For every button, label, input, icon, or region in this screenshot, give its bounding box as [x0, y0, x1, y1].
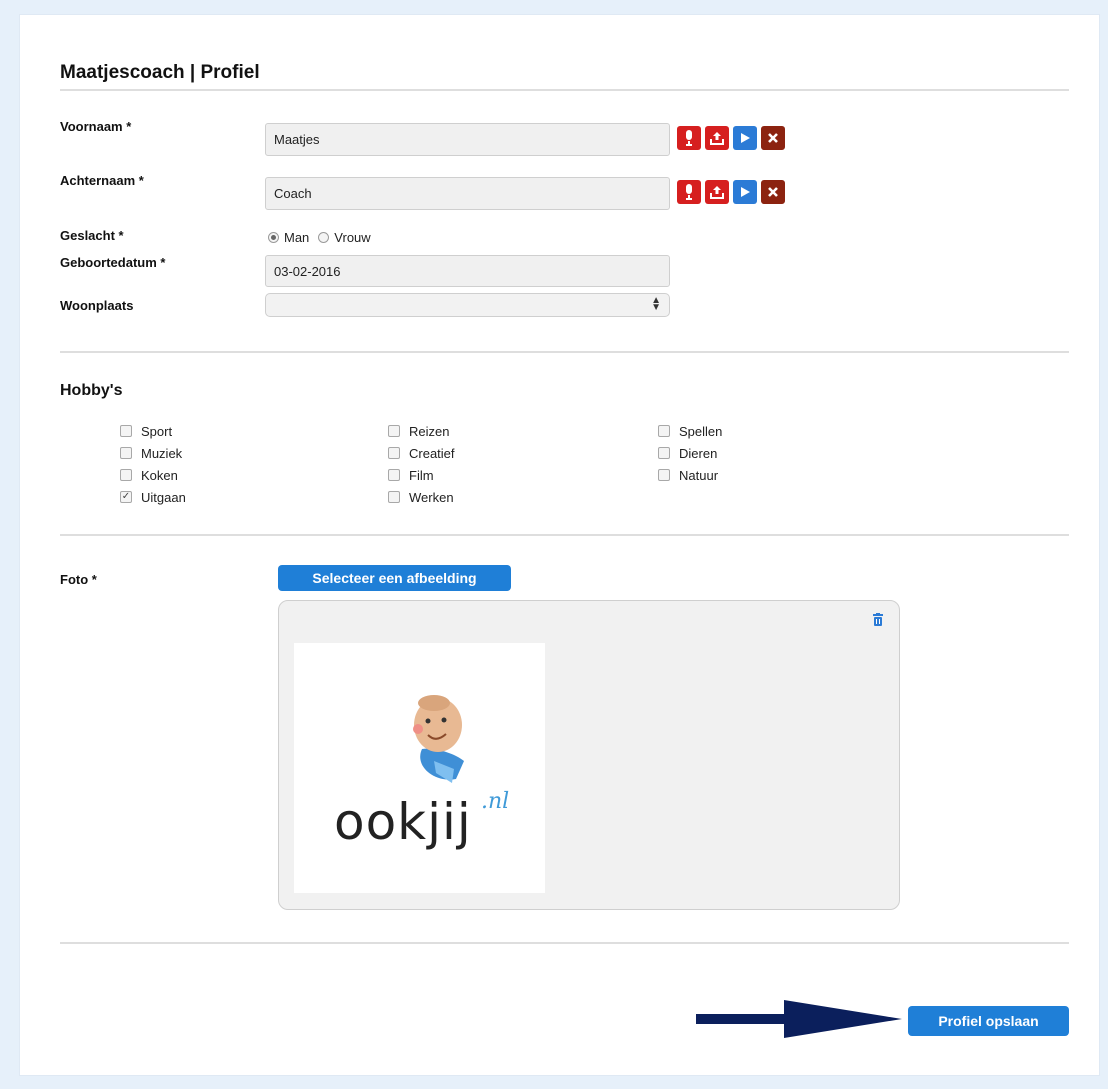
microphone-icon — [686, 184, 692, 200]
hobby-werken[interactable]: Werken — [388, 486, 455, 508]
achternaam-actions — [677, 180, 785, 204]
close-icon — [768, 187, 778, 197]
save-profile-button[interactable]: Profiel opslaan — [908, 1006, 1069, 1036]
checkbox[interactable] — [658, 425, 670, 437]
hobby-label: Reizen — [409, 423, 450, 439]
checkbox[interactable] — [120, 425, 132, 437]
divider — [60, 89, 1069, 91]
hobby-sport[interactable]: Sport — [120, 420, 186, 442]
clear-button[interactable] — [761, 126, 785, 150]
play-icon — [741, 187, 750, 197]
foto-label: Foto * — [60, 572, 97, 587]
hobby-dieren[interactable]: Dieren — [658, 442, 722, 464]
checkbox[interactable] — [388, 469, 400, 481]
hobby-label: Werken — [409, 489, 454, 505]
hobby-column-2: Reizen Creatief Film Werken — [388, 420, 455, 508]
checkbox[interactable] — [388, 425, 400, 437]
upload-icon — [710, 132, 724, 145]
geslacht-label: Geslacht * — [60, 228, 124, 243]
arrow-right-icon — [696, 1000, 902, 1038]
select-image-button[interactable]: Selecteer een afbeelding — [278, 565, 511, 591]
hobby-label: Koken — [141, 467, 178, 483]
checkbox[interactable] — [658, 447, 670, 459]
play-button[interactable] — [733, 126, 757, 150]
play-button[interactable] — [733, 180, 757, 204]
trash-icon[interactable] — [873, 613, 883, 631]
hobbies-title: Hobby's — [60, 382, 123, 399]
divider — [60, 534, 1069, 536]
photo-preview-box: ookjij .nl — [278, 600, 900, 910]
achternaam-label: Achternaam * — [60, 173, 144, 188]
hobby-koken[interactable]: Koken — [120, 464, 186, 486]
voornaam-actions — [677, 126, 785, 150]
geboortedatum-label: Geboortedatum * — [60, 255, 166, 270]
voornaam-input[interactable]: Maatjes — [265, 123, 670, 156]
radio-vrouw-label: Vrouw — [334, 230, 371, 245]
logo-suffix: .nl — [481, 789, 510, 814]
logo-text: ookjij — [334, 793, 472, 851]
profile-photo: ookjij .nl — [294, 643, 545, 893]
checkbox[interactable] — [120, 447, 132, 459]
hobby-label: Muziek — [141, 445, 183, 461]
divider — [60, 942, 1069, 944]
voornaam-label: Voornaam * — [60, 119, 132, 134]
woonplaats-select[interactable]: ▲ ▼ — [265, 293, 670, 317]
hobby-spellen[interactable]: Spellen — [658, 420, 722, 442]
radio-man[interactable] — [268, 232, 279, 243]
hobby-label: Dieren — [679, 445, 718, 461]
upload-button[interactable] — [705, 126, 729, 150]
radio-vrouw[interactable] — [318, 232, 330, 243]
hobby-column-1: Sport Muziek Koken ✓ Uitgaan — [120, 420, 186, 508]
woonplaats-label: Woonplaats — [60, 298, 134, 313]
hobby-reizen[interactable]: Reizen — [388, 420, 455, 442]
checkbox[interactable] — [120, 469, 132, 481]
hobby-natuur[interactable]: Natuur — [658, 464, 722, 486]
record-button[interactable] — [677, 180, 701, 204]
geslacht-options: Man Vrouw — [268, 230, 371, 245]
checkbox[interactable] — [658, 469, 670, 481]
hobby-column-3: Spellen Dieren Natuur — [658, 420, 722, 486]
hobby-label: Sport — [141, 423, 173, 439]
checkbox-checked[interactable]: ✓ — [120, 491, 132, 503]
divider — [60, 351, 1069, 353]
hobby-label: Spellen — [679, 423, 723, 439]
hobby-label: Film — [409, 467, 434, 483]
hobby-label: Natuur — [679, 467, 719, 483]
hobby-creatief[interactable]: Creatief — [388, 442, 455, 464]
select-arrows-icon: ▲ ▼ — [651, 295, 661, 313]
profile-panel: Maatjescoach | Profiel Voornaam * Maatje… — [20, 15, 1099, 1075]
upload-button[interactable] — [705, 180, 729, 204]
page-title: Maatjescoach | Profiel — [60, 62, 260, 83]
checkbox[interactable] — [388, 447, 400, 459]
microphone-icon — [686, 130, 692, 146]
play-icon — [741, 133, 750, 143]
hobby-label: Uitgaan — [141, 489, 186, 505]
hobby-muziek[interactable]: Muziek — [120, 442, 186, 464]
hobby-label: Creatief — [409, 445, 455, 461]
upload-icon — [710, 186, 724, 199]
record-button[interactable] — [677, 126, 701, 150]
character-illustration — [413, 695, 464, 783]
close-icon — [768, 133, 778, 143]
hobby-film[interactable]: Film — [388, 464, 455, 486]
geboortedatum-input[interactable]: 03-02-2016 — [265, 255, 670, 287]
checkbox[interactable] — [388, 491, 400, 503]
hobby-uitgaan[interactable]: ✓ Uitgaan — [120, 486, 186, 508]
achternaam-input[interactable]: Coach — [265, 177, 670, 210]
clear-button[interactable] — [761, 180, 785, 204]
radio-man-label: Man — [284, 230, 310, 245]
